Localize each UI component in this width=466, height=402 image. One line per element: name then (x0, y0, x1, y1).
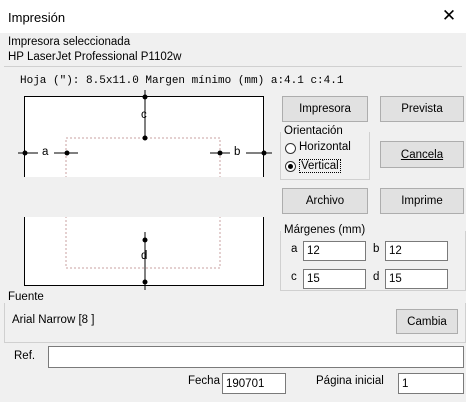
font-label: Fuente (8, 291, 44, 303)
printer-button[interactable]: Impresora (282, 96, 368, 122)
cancel-button[interactable]: Cancela (380, 141, 464, 168)
vertical-label[interactable]: Vertical (299, 159, 341, 173)
radio-vertical[interactable] (285, 161, 296, 172)
horizontal-label[interactable]: Horizontal (299, 141, 351, 153)
date-input[interactable] (222, 373, 286, 394)
ref-input[interactable] (48, 346, 464, 368)
preview-button[interactable]: Prevista (380, 96, 464, 122)
margin-c-label: c (141, 109, 147, 121)
margin-b-input[interactable] (385, 241, 448, 261)
torn-paper-overlay (12, 177, 272, 217)
margin-d-input[interactable] (385, 269, 448, 289)
margin-c-field-label: c (291, 271, 297, 283)
change-font-button[interactable]: Cambia (396, 309, 458, 334)
print-button[interactable]: Imprime (380, 188, 464, 214)
margin-d-field-label: d (373, 271, 380, 283)
margin-c-input[interactable] (303, 269, 366, 289)
margin-a-field-label: a (291, 243, 298, 255)
font-value: Arial Narrow [8 ] (12, 314, 95, 326)
file-button[interactable]: Archivo (282, 188, 368, 214)
start-page-input[interactable] (398, 373, 464, 394)
margin-b-field-label: b (373, 243, 380, 255)
margin-d-label: d (141, 250, 148, 262)
margin-b-label: b (234, 146, 241, 158)
start-page-label: Página inicial (316, 375, 384, 387)
date-label: Fecha (188, 375, 220, 387)
ref-label: Ref. (14, 350, 36, 362)
margin-a-label: a (42, 146, 49, 158)
radio-horizontal[interactable] (285, 143, 296, 154)
margin-a-input[interactable] (303, 241, 366, 261)
